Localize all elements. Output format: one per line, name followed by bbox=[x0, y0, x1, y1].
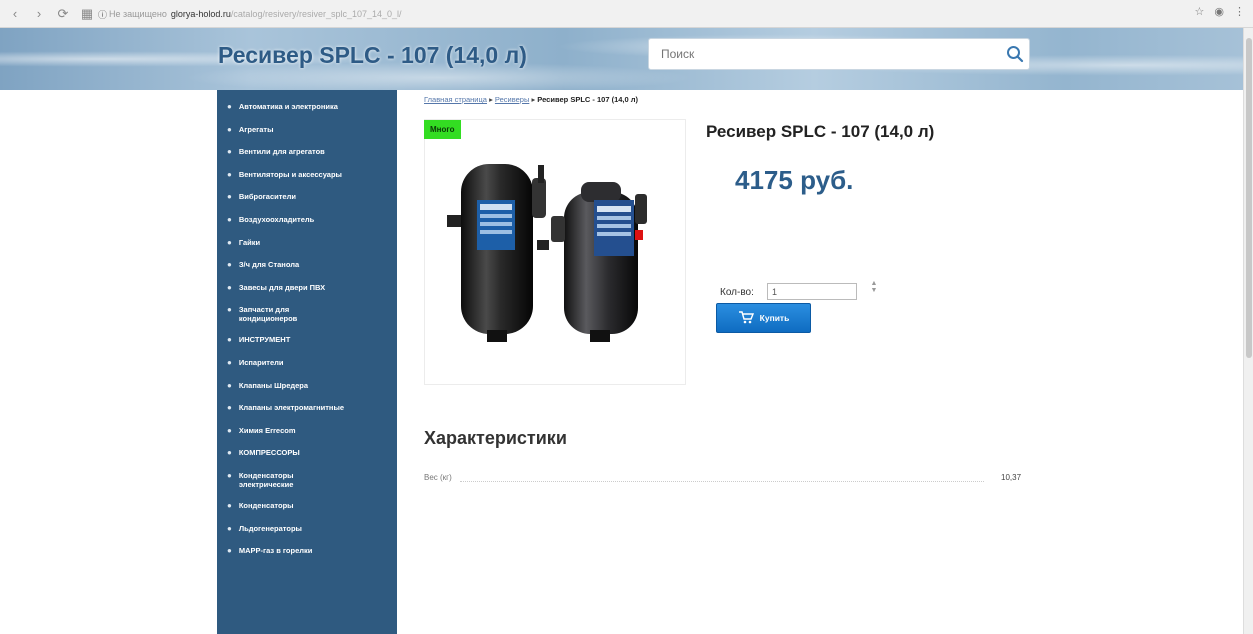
breadcrumb: Главная страница ▸ Ресиверы ▸ Ресивер SP… bbox=[424, 95, 638, 104]
spec-name: Вес (кг) bbox=[424, 473, 452, 482]
category-sidebar: ● Автоматика и электроника ● Агрегаты ● Вен… bbox=[217, 90, 397, 634]
sidebar-item[interactable]: ● Клапаны Шредера bbox=[217, 381, 397, 390]
sidebar-item[interactable]: ● Льдогенераторы bbox=[217, 524, 397, 533]
scrollbar-thumb[interactable] bbox=[1246, 38, 1252, 358]
sidebar-item[interactable]: ● Вентиляторы и аксессуары bbox=[217, 170, 397, 179]
specs-title: Характеристики bbox=[424, 428, 567, 448]
breadcrumb-section[interactable]: Ресиверы bbox=[495, 95, 529, 104]
forward-icon[interactable]: › bbox=[30, 5, 48, 23]
breadcrumb-home[interactable]: Главная страница bbox=[424, 95, 487, 104]
reload-icon[interactable]: ⟳ bbox=[54, 5, 72, 23]
sidebar-item[interactable]: ● Запчасти для кондиционеров bbox=[217, 305, 397, 323]
header-title: Ресивер SPLC - 107 (14,0 л) bbox=[218, 42, 527, 68]
browser-actions: ☆ ◉ ⋮ bbox=[1195, 5, 1245, 18]
sidebar-item[interactable]: ● ИНСТРУМЕНТ bbox=[217, 335, 397, 344]
spec-value: 10,37 bbox=[1001, 473, 1022, 482]
sidebar-item[interactable]: ● З/ч для Станола bbox=[217, 260, 397, 269]
cart-icon bbox=[738, 310, 754, 326]
quantity-input[interactable] bbox=[767, 283, 857, 300]
receiver-left-graphic bbox=[447, 164, 549, 342]
sidebar-item[interactable]: ● Гайки bbox=[217, 238, 397, 247]
sidebar-item[interactable]: ● Клапаны электромагнитные bbox=[217, 403, 397, 412]
product-image[interactable] bbox=[424, 119, 686, 385]
security-label: Не защищено bbox=[109, 9, 167, 19]
breadcrumb-current: Ресивер SPLC - 107 (14,0 л) bbox=[537, 95, 639, 104]
sidebar-item[interactable]: ● Вентили для агрегатов bbox=[217, 147, 397, 156]
browser-toolbar: ‹ › ⟳ ▦ ⓘ Не защищено glorya-holod.ru /c… bbox=[0, 0, 1253, 28]
buy-button[interactable]: Купить bbox=[716, 303, 811, 333]
star-icon[interactable]: ☆ bbox=[1195, 5, 1205, 18]
apps-grid-icon[interactable]: ▦ bbox=[78, 5, 96, 23]
sidebar-item[interactable]: ● Автоматика и электроника bbox=[217, 102, 397, 111]
extension-icon[interactable]: ◉ bbox=[1214, 5, 1224, 18]
search-icon[interactable] bbox=[1001, 40, 1029, 68]
back-icon[interactable]: ‹ bbox=[6, 5, 24, 23]
sidebar-item[interactable]: ● Испарители bbox=[217, 358, 397, 367]
menu-icon[interactable]: ⋮ bbox=[1234, 5, 1245, 18]
sidebar-item[interactable]: ● Конденсаторы bbox=[217, 501, 397, 510]
url-host: glorya-holod.ru bbox=[170, 9, 231, 19]
sidebar-item[interactable]: ● Химия Errecom bbox=[217, 426, 397, 435]
receiver-right-graphic bbox=[551, 182, 647, 342]
sidebar-item[interactable]: ● Воздухоохладитель bbox=[217, 215, 397, 224]
sidebar-item[interactable]: ● Завесы для двери ПВХ bbox=[217, 283, 397, 292]
spec-row: Вес (кг) 10,37 bbox=[424, 473, 1044, 487]
quantity-label: Кол-во: bbox=[720, 287, 754, 298]
sidebar-item[interactable]: ● МАРР-газ в горелки bbox=[217, 546, 397, 555]
search-input[interactable] bbox=[649, 39, 1001, 69]
search-box bbox=[648, 38, 1030, 70]
site-header: Ресивер SPLC - 107 (14,0 л) bbox=[0, 28, 1253, 90]
product-title: Ресивер SPLC - 107 (14,0 л) bbox=[706, 122, 935, 141]
info-icon[interactable]: ⓘ bbox=[98, 8, 107, 21]
product-price: 4175 руб. bbox=[735, 165, 854, 195]
url-path: /catalog/resivery/resiver_splc_107_14_0_… bbox=[230, 9, 402, 19]
page-scrollbar[interactable] bbox=[1243, 28, 1253, 634]
sidebar-item[interactable]: ● Агрегаты bbox=[217, 125, 397, 134]
sidebar-item[interactable]: ● Конденсаторы электрические bbox=[217, 471, 397, 489]
stock-badge: Много bbox=[424, 120, 461, 139]
address-bar[interactable]: ⓘ Не защищено glorya-holod.ru /catalog/r… bbox=[98, 4, 1098, 24]
sidebar-item[interactable]: ● Виброгасители bbox=[217, 192, 397, 201]
sidebar-item[interactable]: ● КОМПРЕССОРЫ bbox=[217, 448, 397, 457]
buy-button-label: Купить bbox=[759, 313, 790, 323]
quantity-stepper[interactable]: ▲ ▼ bbox=[870, 280, 878, 296]
spec-leader bbox=[460, 481, 984, 482]
